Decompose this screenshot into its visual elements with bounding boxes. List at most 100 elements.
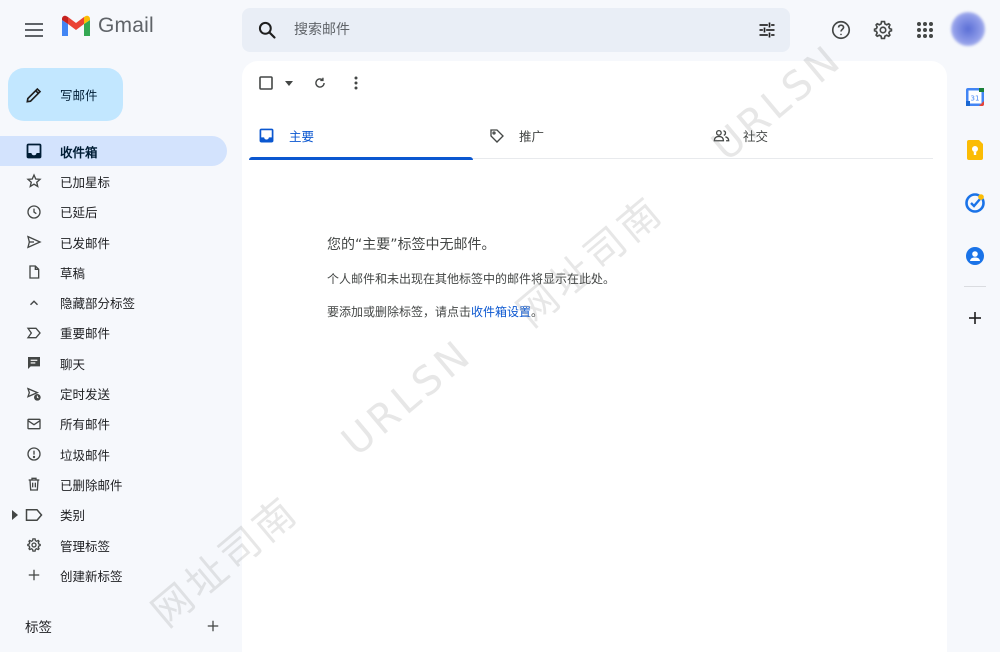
caret-right-icon[interactable]	[12, 509, 18, 520]
search-input[interactable]	[292, 21, 744, 39]
tab-promotions[interactable]: 推广	[473, 112, 697, 159]
sidebar-item-create-label[interactable]: 创建新标签	[0, 560, 227, 590]
settings-button[interactable]	[868, 15, 898, 45]
tasks-icon	[965, 192, 985, 213]
help-icon	[831, 20, 851, 40]
sidebar-item-chats[interactable]: 聊天	[0, 348, 227, 378]
chevron-up-icon	[30, 299, 38, 305]
select-all-checkbox[interactable]	[256, 73, 276, 93]
gear-icon	[873, 20, 893, 40]
search-button[interactable]	[242, 20, 292, 40]
empty-state-line2-prefix: 要添加或删除标签，请点击	[327, 305, 472, 319]
keep-button[interactable]	[953, 123, 997, 176]
support-button[interactable]	[826, 15, 856, 45]
refresh-button[interactable]	[302, 73, 338, 93]
mail-list-panel: 主要 推广 社交 您的“主要”标签中无邮件。 个人邮件和未出现在其他标签中的邮件…	[242, 61, 947, 652]
sidebar-item-label: 管理标签	[60, 538, 111, 554]
get-addons-button[interactable]	[953, 303, 997, 333]
sidebar-item-snoozed[interactable]: 已延后	[0, 197, 227, 227]
main-menu-button[interactable]	[20, 16, 48, 44]
labels-header: 标签	[25, 616, 220, 636]
sidebar-item-label: 隐藏部分标签	[60, 296, 136, 312]
add-label-icon[interactable]	[206, 619, 220, 633]
inbox-icon	[26, 143, 42, 159]
empty-state: 您的“主要”标签中无邮件。 个人邮件和未出现在其他标签中的邮件将显示在此处。 要…	[327, 234, 615, 336]
gmail-app: Gmail 写邮件 收件箱	[0, 0, 1000, 652]
mail-toolbar	[256, 73, 368, 93]
sidebar-item-label: 所有邮件	[60, 417, 111, 433]
calendar-icon: 31	[966, 87, 984, 106]
chat-icon	[28, 357, 40, 370]
gmail-logo[interactable]: Gmail	[60, 14, 154, 38]
sidebar-item-categories[interactable]: 类别	[0, 500, 227, 530]
sidebar-item-scheduled[interactable]: 定时发送	[0, 378, 227, 408]
side-panel-rail: 31	[953, 70, 997, 333]
sidebar-item-label: 聊天	[60, 356, 86, 372]
sidebar-item-drafts[interactable]: 草稿	[0, 257, 227, 287]
gear-icon	[27, 538, 41, 552]
empty-state-line2: 要添加或删除标签，请点击收件箱设置。	[327, 303, 615, 320]
tag-icon	[490, 128, 504, 143]
sidebar-item-starred[interactable]: 已加星标	[0, 166, 227, 196]
hamburger-menu-icon	[25, 23, 43, 37]
top-actions	[826, 15, 940, 45]
compose-label: 写邮件	[60, 88, 98, 103]
tab-primary[interactable]: 主要	[249, 112, 473, 160]
tab-label: 主要	[289, 129, 315, 144]
sidebar-item-label: 草稿	[60, 265, 86, 281]
sidebar-item-label: 收件箱	[60, 144, 98, 160]
search-bar	[242, 8, 790, 52]
send-icon	[27, 235, 42, 249]
tab-social[interactable]: 社交	[697, 112, 921, 159]
search-icon	[258, 21, 276, 39]
sidebar-item-spam[interactable]: 垃圾邮件	[0, 439, 227, 469]
inbox-settings-link[interactable]: 收件箱设置	[471, 305, 531, 319]
tab-label: 推广	[519, 129, 545, 144]
apps-grid-icon	[917, 22, 933, 38]
sidebar-item-label: 垃圾邮件	[60, 447, 111, 463]
star-icon	[26, 173, 42, 189]
account-avatar[interactable]	[951, 12, 985, 46]
apps-button[interactable]	[910, 15, 940, 45]
contacts-button[interactable]	[953, 229, 997, 282]
category-tabs: 主要 推广 社交	[249, 112, 933, 160]
calendar-button[interactable]: 31	[953, 70, 997, 123]
search-options-button[interactable]	[744, 20, 790, 40]
select-menu-button[interactable]	[282, 73, 296, 93]
keep-icon	[967, 139, 983, 160]
gmail-m-icon	[62, 15, 90, 36]
tune-icon	[759, 22, 775, 38]
inbox-icon	[259, 128, 274, 143]
people-icon	[713, 129, 730, 142]
sidebar-item-less[interactable]: 隐藏部分标签	[0, 287, 227, 317]
empty-state-title: 您的“主要”标签中无邮件。	[327, 237, 496, 253]
sidebar-item-important[interactable]: 重要邮件	[0, 318, 227, 348]
sidebar-item-label: 已删除邮件	[60, 477, 123, 493]
sidebar-item-label: 已延后	[60, 205, 98, 221]
more-options-button[interactable]	[344, 73, 368, 93]
tasks-button[interactable]	[953, 176, 997, 229]
scheduled-send-icon	[26, 386, 41, 401]
sidebar-item-inbox[interactable]: 收件箱	[0, 136, 227, 167]
sidebar-item-label: 已加星标	[60, 174, 111, 190]
sidebar-item-label: 创建新标签	[60, 568, 123, 584]
more-vert-icon	[354, 76, 358, 90]
rail-divider	[964, 286, 986, 287]
sidebar-item-label: 已发邮件	[60, 235, 111, 251]
sidebar-item-label: 类别	[60, 508, 86, 524]
sidebar-item-label: 定时发送	[60, 387, 111, 403]
sidebar-item-sent[interactable]: 已发邮件	[0, 227, 227, 257]
svg-text:31: 31	[971, 94, 980, 102]
all-mail-icon	[27, 418, 41, 430]
plus-icon	[969, 312, 981, 324]
checkbox-icon	[259, 76, 273, 90]
draft-icon	[29, 265, 40, 279]
gmail-logo-text: Gmail	[98, 14, 154, 37]
compose-button[interactable]: 写邮件	[8, 68, 123, 121]
sidebar-item-trash[interactable]: 已删除邮件	[0, 469, 227, 499]
refresh-icon	[315, 77, 325, 88]
labels-title: 标签	[25, 620, 52, 636]
sidebar-item-all-mail[interactable]: 所有邮件	[0, 409, 227, 439]
sidebar-item-manage-labels[interactable]: 管理标签	[0, 530, 227, 560]
plus-icon	[28, 570, 40, 581]
